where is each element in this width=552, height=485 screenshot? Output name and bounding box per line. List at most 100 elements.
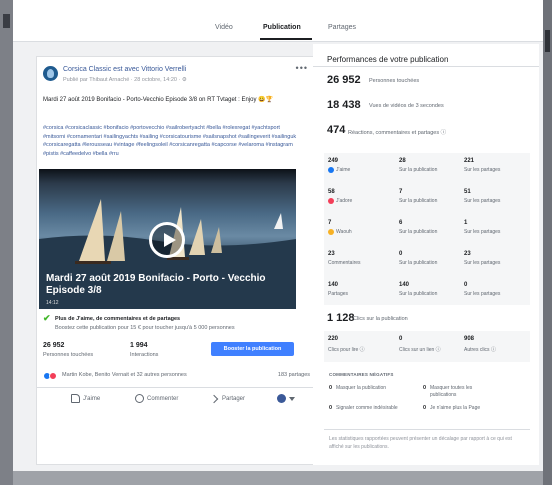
reaction-name: J'aime — [336, 167, 351, 173]
love-reaction-icon — [49, 372, 57, 380]
reaction-icons[interactable] — [43, 372, 59, 380]
video-player[interactable]: Mardi 27 août 2019 Bonifacio - Porto - V… — [39, 169, 296, 309]
negative-feedback-title: COMMENTAIRES NÉGATIFS — [329, 372, 394, 377]
reaction-total: 249 — [328, 158, 339, 164]
promo-title: Plus de J'aime, de commentaires et de pa… — [55, 316, 181, 322]
click-type-count: 908 — [464, 336, 475, 342]
negative-label: Masquer la publication — [336, 385, 387, 391]
negative-label: Masquer toutes les publications — [430, 385, 473, 398]
reaction-post-count: 28 — [399, 158, 406, 164]
reaction-shares-label: Sur les partages — [464, 229, 501, 235]
wow-reaction-icon — [328, 229, 334, 235]
reaction-post-label: Sur la publication — [399, 167, 438, 173]
window-edge-bottom — [13, 471, 543, 485]
like-icon[interactable] — [71, 394, 80, 403]
boost-button[interactable]: Booster la publication — [211, 342, 294, 356]
page-selector-icon[interactable] — [277, 394, 286, 403]
comment-icon[interactable] — [135, 394, 144, 403]
post-meta: Publié par Thibaut Arnaché · 28 octobre,… — [63, 77, 187, 83]
reaction-shares-count: 1 — [464, 220, 468, 226]
clicks-count: 1 128 — [327, 312, 355, 324]
sail-icon — [189, 219, 205, 255]
sail-icon — [79, 199, 105, 261]
reaction-post-label: Sur la publication — [399, 229, 438, 235]
reaction-total: 140 — [328, 282, 339, 288]
reaction-name: Waouh — [336, 229, 352, 235]
like-reaction-icon — [328, 167, 334, 173]
reaction-name: Partages — [328, 291, 349, 297]
divider — [313, 66, 539, 67]
reaction-shares-label: Sur les partages — [464, 260, 501, 266]
window-edge-left — [0, 0, 13, 485]
reaction-shares-label: Sur les partages — [464, 291, 501, 297]
reaction-shares-label: Sur les partages — [464, 198, 501, 204]
reactions-count: 474 — [327, 124, 346, 136]
divider — [324, 429, 530, 430]
performance-title: Performances de votre publication — [327, 55, 449, 64]
reaction-post-label: Sur la publication — [399, 291, 438, 297]
reach-count: 26 952 — [43, 342, 65, 349]
click-type-label: Clics pour lire ⓘ — [328, 347, 365, 353]
post-card: Corsica Classic est avec Vittorio Verrel… — [36, 56, 317, 465]
insights-dialog: Vidéo Publication Partages Corsica Class… — [13, 0, 543, 471]
reactions-breakdown: 249 J'aime 28 Sur la publication 221 Sur… — [324, 153, 530, 305]
hull-shape — [75, 261, 111, 264]
interactions-label: Interactions — [130, 352, 159, 358]
reaction-post-count: 6 — [399, 220, 403, 226]
tab-video[interactable]: Vidéo — [215, 24, 233, 31]
reaction-name: Commentaires — [328, 260, 361, 266]
reaction-shares-label: Sur les partages — [464, 167, 501, 173]
play-button-icon[interactable] — [149, 222, 185, 258]
reaction-post-count: 0 — [399, 251, 403, 257]
reaction-shares-count: 51 — [464, 189, 471, 195]
edge-tab-left — [3, 14, 10, 28]
click-type-count: 220 — [328, 336, 339, 342]
views-label: Vues de vidéos de 3 secondes — [369, 103, 444, 109]
click-type-label: Clics sur un lien ⓘ — [399, 347, 441, 353]
reaction-name: J'adore — [336, 198, 353, 204]
check-icon: ✔ — [43, 313, 51, 323]
clicks-breakdown: 220 Clics pour lire ⓘ 0 Clics sur un lie… — [324, 331, 530, 362]
reaction-post-label: Sur la publication — [399, 260, 438, 266]
negative-count: 0 — [423, 385, 427, 391]
reaction-post-label: Sur la publication — [399, 198, 438, 204]
page-avatar[interactable] — [43, 66, 58, 81]
post-text: Mardi 27 août 2019 Bonifacio - Porto-Vec… — [43, 97, 274, 103]
sail-icon — [274, 213, 283, 229]
love-reaction-icon — [328, 198, 334, 204]
reach-label-big: Personnes touchées — [369, 78, 420, 84]
click-type-label: Autres clics ⓘ — [464, 347, 496, 353]
interactions-count: 1 994 — [130, 342, 148, 349]
tab-publication[interactable]: Publication — [263, 24, 301, 31]
reach-label: Personnes touchées — [43, 352, 94, 358]
negative-count: 0 — [329, 385, 333, 391]
reaction-shares-count: 23 — [464, 251, 471, 257]
tab-partages[interactable]: Partages — [328, 24, 356, 31]
reaction-total: 58 — [328, 189, 335, 195]
reactions-summary[interactable]: Martin Kobe, Benito Vernait et 32 autres… — [62, 372, 187, 378]
reach-count-big: 26 952 — [327, 74, 361, 86]
click-type-count: 0 — [399, 336, 403, 342]
window-edge-right — [543, 0, 552, 485]
video-title: Mardi 27 août 2019 Bonifacio - Porto - V… — [46, 273, 266, 296]
post-hashtags[interactable]: #corsica #corsicaclassic #bonifacio #por… — [43, 124, 298, 158]
comment-button[interactable]: Commenter — [147, 396, 178, 402]
share-button[interactable]: Partager — [222, 396, 245, 402]
reaction-post-count: 140 — [399, 282, 410, 288]
active-tab-indicator — [260, 38, 312, 40]
views-count: 18 438 — [327, 99, 361, 111]
performance-panel: Performances de votre publication 26 952… — [313, 44, 539, 465]
negative-label: Signaler comme indésirable — [336, 405, 398, 411]
shares-count[interactable]: 183 partages — [278, 372, 310, 378]
negative-label: Je n'aime plus la Page — [430, 405, 481, 411]
reaction-shares-count: 221 — [464, 158, 475, 164]
reaction-total: 23 — [328, 251, 335, 257]
tab-bar: Vidéo Publication Partages — [13, 0, 543, 42]
page-name[interactable]: Corsica Classic est avec Vittorio Verrel… — [63, 66, 186, 73]
like-button[interactable]: J'aime — [83, 396, 100, 402]
share-icon[interactable] — [209, 394, 219, 404]
promo-subtitle: Boostez cette publication pour 15 € pour… — [55, 325, 235, 331]
more-options-icon[interactable]: ••• — [296, 63, 308, 73]
video-duration: 14:12 — [46, 300, 59, 306]
chevron-down-icon[interactable] — [289, 397, 295, 401]
